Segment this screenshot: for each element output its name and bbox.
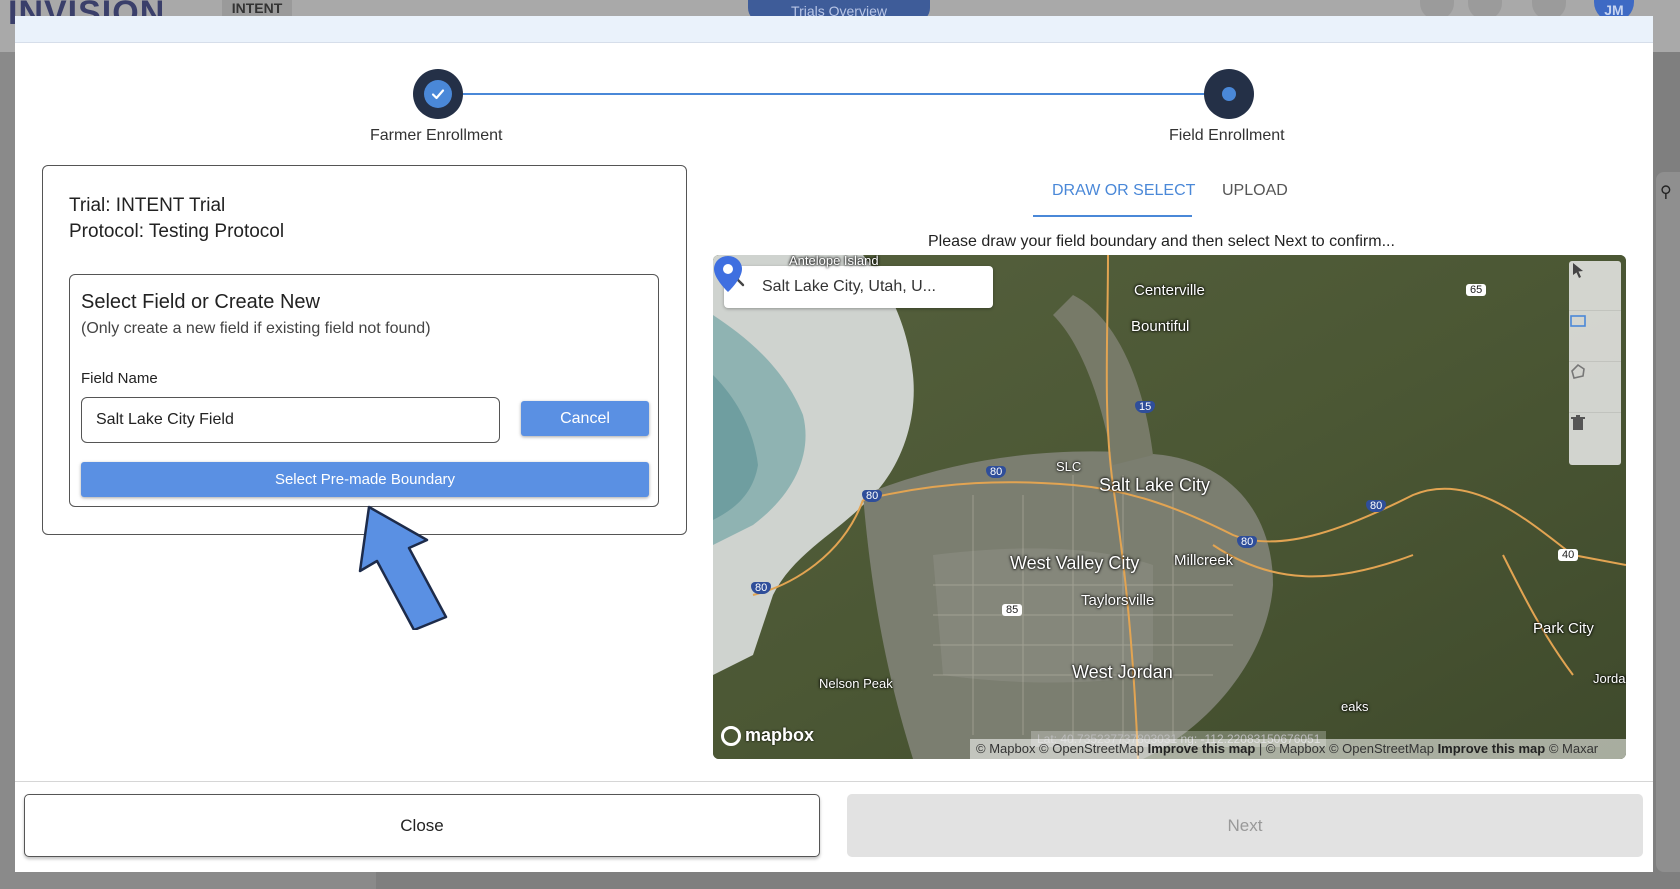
background-side-handle (1656, 172, 1680, 872)
map-label-jordanelle: Jordane (1593, 671, 1626, 686)
mapbox-wordmark: mapbox (745, 725, 815, 745)
field-select-title: Select Field or Create New (81, 291, 320, 313)
map-search-box[interactable] (724, 266, 993, 308)
improve-map-link-2[interactable]: Improve this map (1438, 741, 1546, 756)
rectangle-icon (1570, 315, 1586, 327)
field-name-label: Field Name (81, 370, 158, 387)
draw-rectangle-tool[interactable] (1569, 312, 1621, 362)
field-select-subtitle: (Only create a new field if existing fie… (81, 320, 431, 337)
map-label-nelson-peak: Nelson Peak (819, 676, 893, 691)
map-attribution: © Mapbox © OpenStreetMap Improve this ma… (970, 739, 1626, 759)
map-label-salt-lake-city: Salt Lake City (1099, 475, 1211, 495)
shield-us65: 65 (1466, 284, 1487, 296)
tab-upload[interactable]: UPLOAD (1222, 182, 1288, 200)
map-label-west-jordan: West Jordan (1072, 662, 1173, 682)
map-label-peaks: eaks (1341, 699, 1369, 714)
search-tool-icon: ⚲ (1660, 184, 1672, 201)
map-label-millcreek: Millcreek (1174, 552, 1234, 569)
step-1-label: Farmer Enrollment (370, 127, 503, 144)
trial-name: Trial: INTENT Trial (69, 195, 226, 216)
stepper-connector (438, 93, 1238, 95)
attribution-text-2: | © Mapbox © OpenStreetMap (1258, 741, 1434, 756)
map-label-park-city: Park City (1533, 620, 1594, 637)
polygon-edit-icon (1571, 363, 1585, 379)
close-button[interactable]: Close (24, 794, 820, 857)
active-tab-indicator (1033, 215, 1192, 217)
cancel-button[interactable]: Cancel (521, 401, 649, 436)
field-enrollment-modal: Farmer Enrollment Field Enrollment Trial… (15, 16, 1653, 872)
footer-divider (15, 781, 1653, 782)
next-button[interactable]: Next (847, 794, 1643, 857)
draw-toolbar (1569, 261, 1621, 465)
map-label-west-valley-city: West Valley City (1010, 553, 1140, 573)
step-1-circle (413, 69, 463, 119)
location-pin-icon[interactable] (713, 255, 743, 293)
pointer-icon (1573, 263, 1583, 278)
trash-icon (1571, 415, 1585, 430)
map-label-slc-airport: SLC (1056, 459, 1082, 474)
tab-draw-or-select[interactable]: DRAW OR SELECT (1052, 182, 1195, 200)
trial-info-card: Trial: INTENT Trial Protocol: Testing Pr… (42, 165, 687, 535)
protocol-name: Protocol: Testing Protocol (69, 221, 285, 242)
step-2-label: Field Enrollment (1169, 127, 1285, 144)
field-select-card: Select Field or Create New (Only create … (69, 274, 659, 507)
map-search-input[interactable] (762, 266, 982, 308)
step-2-circle (1204, 69, 1254, 119)
map-label-centerville: Centerville (1134, 282, 1205, 299)
check-icon (424, 80, 452, 108)
shield-r85: 85 (1002, 604, 1023, 616)
edit-polygon-tool[interactable] (1569, 363, 1621, 413)
delete-tool[interactable] (1569, 414, 1621, 464)
shield-us40: 40 (1558, 549, 1579, 561)
improve-map-link-1[interactable]: Improve this map (1148, 741, 1256, 756)
attribution-text-1: © Mapbox © OpenStreetMap (976, 741, 1145, 756)
map-label-bountiful: Bountiful (1131, 318, 1190, 335)
attribution-text-3: © Maxar (1548, 741, 1599, 756)
select-pointer-tool[interactable] (1569, 261, 1621, 311)
active-step-dot (1222, 87, 1236, 101)
select-premade-boundary-button[interactable]: Select Pre-made Boundary (81, 462, 649, 497)
map-label-antelope-island: Antelope Island (789, 255, 879, 268)
annotation-arrow-icon (358, 505, 448, 630)
map-instruction: Please draw your field boundary and then… (928, 233, 1395, 250)
modal-header-bar (15, 16, 1653, 43)
mapbox-logo: mapbox (721, 725, 814, 746)
map-view[interactable]: Antelope Island Centerville Bountiful SL… (713, 255, 1626, 759)
mapbox-logo-icon (721, 725, 741, 746)
field-name-input[interactable] (81, 397, 500, 443)
map-label-taylorsville: Taylorsville (1081, 592, 1155, 609)
